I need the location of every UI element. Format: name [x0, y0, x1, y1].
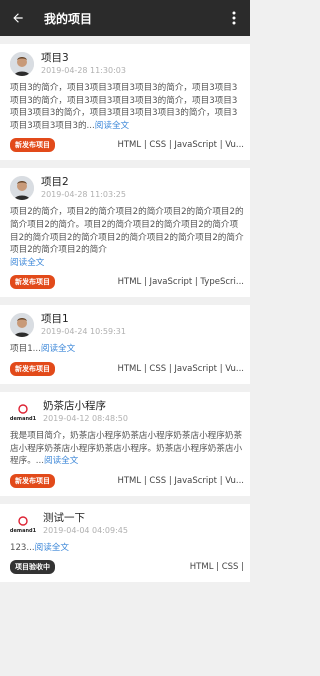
logo-text: demand1: [10, 528, 36, 534]
tech-tags: HTML | CSS | JavaScript | Vu...: [117, 475, 244, 486]
read-more-link[interactable]: 阅读全文: [95, 121, 129, 131]
read-more-link[interactable]: 阅读全文: [44, 456, 78, 466]
description-text: 项目1...: [10, 344, 41, 355]
project-card[interactable]: demand1 测试一下 2019-04-04 04:09:45 123...阅…: [0, 503, 250, 583]
app-header: 我的项目: [0, 0, 250, 36]
status-badge: 新发布项目: [10, 473, 55, 488]
read-more-link[interactable]: 阅读全文: [10, 258, 44, 268]
project-description: 项目1...阅读全文: [10, 343, 244, 356]
project-card[interactable]: demand1 奶茶店小程序 2019-04-12 08:48:50 我是项目简…: [0, 391, 250, 496]
project-description: 我是项目简介，奶茶店小程序奶茶店小程序奶茶店小程序奶茶店小程序奶茶店小程序奶茶店…: [10, 430, 244, 468]
project-logo: demand1: [10, 399, 36, 424]
status-badge: 新发布项目: [10, 361, 55, 376]
project-card[interactable]: 项目1 2019-04-24 10:59:31 项目1...阅读全文 新发布项目…: [0, 305, 250, 384]
more-vertical-icon: [232, 11, 236, 25]
page-title: 我的项目: [44, 11, 93, 26]
read-more-link[interactable]: 阅读全文: [41, 344, 75, 354]
project-card[interactable]: 项目3 2019-04-28 11:30:03 项目3的简介，项目3项目3项目3…: [0, 44, 250, 161]
tech-tags: HTML | CSS |: [189, 562, 244, 573]
project-description: 项目2的简介，项目2的简介项目2的简介项目2的简介项目2的简介项目2的简介。项目…: [10, 206, 244, 269]
tech-tags: HTML | CSS | JavaScript | Vu...: [117, 363, 244, 374]
project-time: 2019-04-04 04:09:45: [43, 525, 128, 535]
avatar: [10, 52, 34, 76]
status-badge: 项目验收中: [10, 560, 55, 575]
status-badge: 新发布项目: [10, 275, 55, 290]
tech-tags: HTML | JavaScript | TypeScri...: [117, 277, 244, 288]
project-logo: demand1: [10, 511, 36, 536]
avatar: [10, 176, 34, 201]
project-description: 项目3的简介，项目3项目3项目3项目3的简介，项目3项目3项目3的简介，项目3项…: [10, 82, 244, 132]
project-description: 123...阅读全文: [10, 542, 244, 555]
project-name: 测试一下: [43, 511, 85, 524]
project-name: 项目1: [41, 313, 69, 326]
project-name: 项目2: [41, 176, 69, 189]
project-name: 项目3: [41, 52, 69, 64]
logo-text: demand1: [10, 416, 36, 422]
arrow-left-icon: [13, 13, 23, 23]
project-name: 奶茶店小程序: [43, 399, 106, 412]
avatar: [10, 313, 34, 338]
status-badge: 新发布项目: [10, 138, 55, 153]
project-time: 2019-04-28 11:30:03: [41, 66, 126, 75]
description-text: 123...: [10, 542, 35, 553]
more-menu-button[interactable]: [224, 0, 244, 36]
project-time: 2019-04-28 11:03:25: [41, 190, 126, 200]
project-card[interactable]: 项目2 2019-04-28 11:03:25 项目2的简介，项目2的简介项目2…: [0, 168, 250, 298]
project-time: 2019-04-12 08:48:50: [43, 413, 128, 423]
read-more-link[interactable]: 阅读全文: [35, 543, 69, 553]
back-button[interactable]: [0, 0, 36, 36]
tech-tags: HTML | CSS | JavaScript | Vu...: [117, 140, 244, 151]
description-text: 项目2的简介，项目2的简介项目2的简介项目2的简介项目2的简介项目2的简介。项目…: [10, 207, 244, 256]
project-time: 2019-04-24 10:59:31: [41, 327, 126, 337]
